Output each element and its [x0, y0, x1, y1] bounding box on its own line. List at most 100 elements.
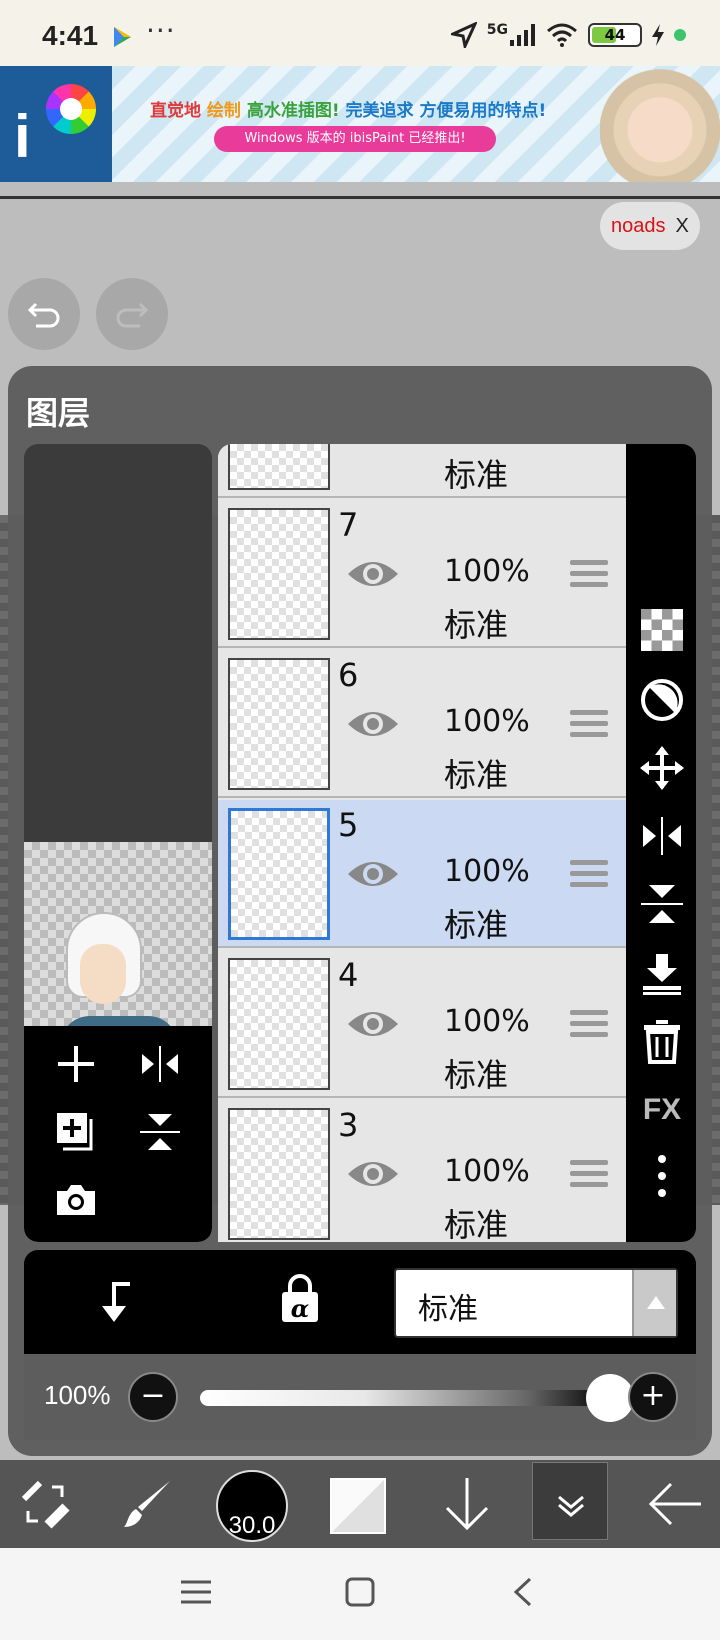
chevron-left-icon [513, 1577, 532, 1607]
camera-icon [57, 1185, 95, 1215]
layer-number: 6 [338, 656, 359, 694]
brush-size-button[interactable]: 30.0 [216, 1470, 288, 1542]
clipping-arrow-icon[interactable] [94, 1280, 134, 1324]
drag-handle-icon[interactable] [570, 1160, 608, 1190]
status-time: 4:41 [42, 20, 99, 51]
import-photo-button[interactable] [46, 1172, 106, 1228]
drag-handle-icon[interactable] [570, 710, 608, 740]
layer-blend-mode: 标准 [444, 756, 509, 794]
layer-thumbnail [228, 508, 330, 640]
layer-icon [332, 1480, 384, 1532]
ad-banner[interactable]: i 直觉地 绘制 高水准插图! 完美追求 方便易用的特点! Windows 版本… [0, 66, 720, 182]
opacity-decrease-button[interactable]: − [128, 1372, 178, 1422]
flip-horizontal-button[interactable] [130, 1036, 190, 1092]
blend-mode-select[interactable]: 标准 [394, 1268, 678, 1338]
svg-text:α: α [291, 1294, 309, 1323]
close-icon[interactable]: X [676, 215, 689, 237]
panel-title: 图层 [26, 394, 91, 432]
opacity-value: 100% [44, 1380, 111, 1410]
status-bar: 4:41 ··· 5G 44 [0, 0, 720, 66]
drag-handle-icon[interactable] [570, 560, 608, 590]
eye-icon[interactable] [346, 1006, 400, 1042]
layer-row-selected[interactable]: 5 100% 标准 [218, 800, 626, 948]
eye-icon[interactable] [346, 1156, 400, 1192]
opacity-slider-knob[interactable] [586, 1374, 634, 1422]
move-icon [640, 746, 684, 790]
layer-opacity: 100% [444, 704, 530, 739]
brush-eraser-switch-icon [21, 1480, 70, 1529]
arrow-left-icon [648, 1482, 701, 1526]
flip-horizontal-icon [142, 1046, 178, 1082]
opacity-bar: 100% − + [24, 1354, 696, 1440]
tool-select-button[interactable] [10, 1472, 80, 1536]
delete-layer-button[interactable] [636, 1016, 688, 1068]
undo-icon [27, 302, 60, 328]
clipping-button[interactable] [636, 674, 688, 726]
lock-alpha-icon[interactable]: α [280, 1274, 320, 1324]
fx-button[interactable]: FX [636, 1084, 688, 1136]
back-arrow-button[interactable] [640, 1472, 710, 1536]
nav-back-button[interactable] [502, 1572, 542, 1612]
eye-icon[interactable] [346, 706, 400, 742]
layer-row[interactable]: 3 100% 标准 [218, 1100, 626, 1242]
layer-thumbnail [228, 1108, 330, 1240]
layer-row[interactable]: 4 100% 标准 [218, 950, 626, 1098]
opacity-increase-button[interactable]: + [628, 1372, 678, 1422]
location-icon [450, 22, 477, 48]
more-vertical-icon [658, 1155, 666, 1197]
layer-row[interactable]: 7 100% 标准 [218, 500, 626, 648]
transparency-button[interactable] [636, 604, 688, 656]
ad-character-image [600, 66, 720, 182]
brush-icon [124, 1481, 170, 1527]
layer-number: 7 [338, 506, 359, 544]
flip-vertical-button[interactable] [130, 1104, 190, 1160]
nav-menu-button[interactable] [176, 1572, 216, 1612]
charging-icon [652, 24, 664, 46]
brush-tool-button[interactable] [112, 1472, 182, 1536]
battery-level: 44 [604, 26, 626, 44]
move-button[interactable] [636, 742, 688, 794]
privacy-indicator [674, 29, 686, 41]
arrow-down-icon [445, 1478, 489, 1531]
duplicate-layer-button[interactable] [46, 1104, 106, 1160]
brush-size-value: 30.0 [228, 1512, 276, 1539]
drag-handle-icon[interactable] [570, 860, 608, 890]
contrast-icon [641, 679, 683, 721]
more-options-button[interactable] [636, 1150, 688, 1202]
trash-icon [644, 1020, 680, 1064]
eye-icon[interactable] [346, 556, 400, 592]
layer-opacity: 100% [444, 1004, 530, 1039]
layer-list[interactable]: 标准 7 100% 标准 6 100% 标准 5 100% 标准 4 100% … [218, 444, 626, 1242]
chevron-double-down-icon [558, 1495, 584, 1517]
layer-side-tools: FX [626, 444, 696, 1242]
navigation-bar [0, 1548, 720, 1640]
dropdown-arrow-icon[interactable] [632, 1270, 676, 1336]
add-layer-button[interactable] [46, 1036, 106, 1092]
redo-button[interactable] [96, 278, 168, 350]
flip-layer-vertical-button[interactable] [636, 878, 688, 930]
more-notifications-icon: ··· [146, 14, 176, 47]
eye-icon[interactable] [346, 856, 400, 892]
layer-number: 4 [338, 956, 359, 994]
network-type: 5G [486, 22, 508, 38]
layer-tools [24, 1026, 212, 1242]
ad-headline: 直觉地 绘制 高水准插图! 完美追求 方便易用的特点! [150, 101, 547, 121]
battery-icon: 44 [588, 23, 642, 47]
menu-icon [181, 1580, 211, 1604]
layer-row[interactable]: 标准 [218, 444, 626, 498]
flip-layer-horizontal-button[interactable] [636, 810, 688, 862]
scroll-down-button[interactable] [432, 1472, 502, 1536]
opacity-slider[interactable] [200, 1390, 610, 1406]
layer-blend-mode: 标准 [444, 606, 509, 644]
nav-home-button[interactable] [340, 1572, 380, 1612]
layer-panel-button[interactable] [330, 1478, 386, 1534]
merge-down-button[interactable] [636, 948, 688, 1000]
noads-button[interactable]: noads X [600, 202, 700, 250]
collapse-panel-button[interactable] [532, 1462, 608, 1540]
ibispaint-logo: i [0, 66, 112, 182]
layer-row[interactable]: 6 100% 标准 [218, 650, 626, 798]
layer-blend-mode: 标准 [444, 906, 509, 944]
undo-button[interactable] [8, 278, 80, 350]
play-store-icon [114, 27, 131, 47]
drag-handle-icon[interactable] [570, 1010, 608, 1040]
